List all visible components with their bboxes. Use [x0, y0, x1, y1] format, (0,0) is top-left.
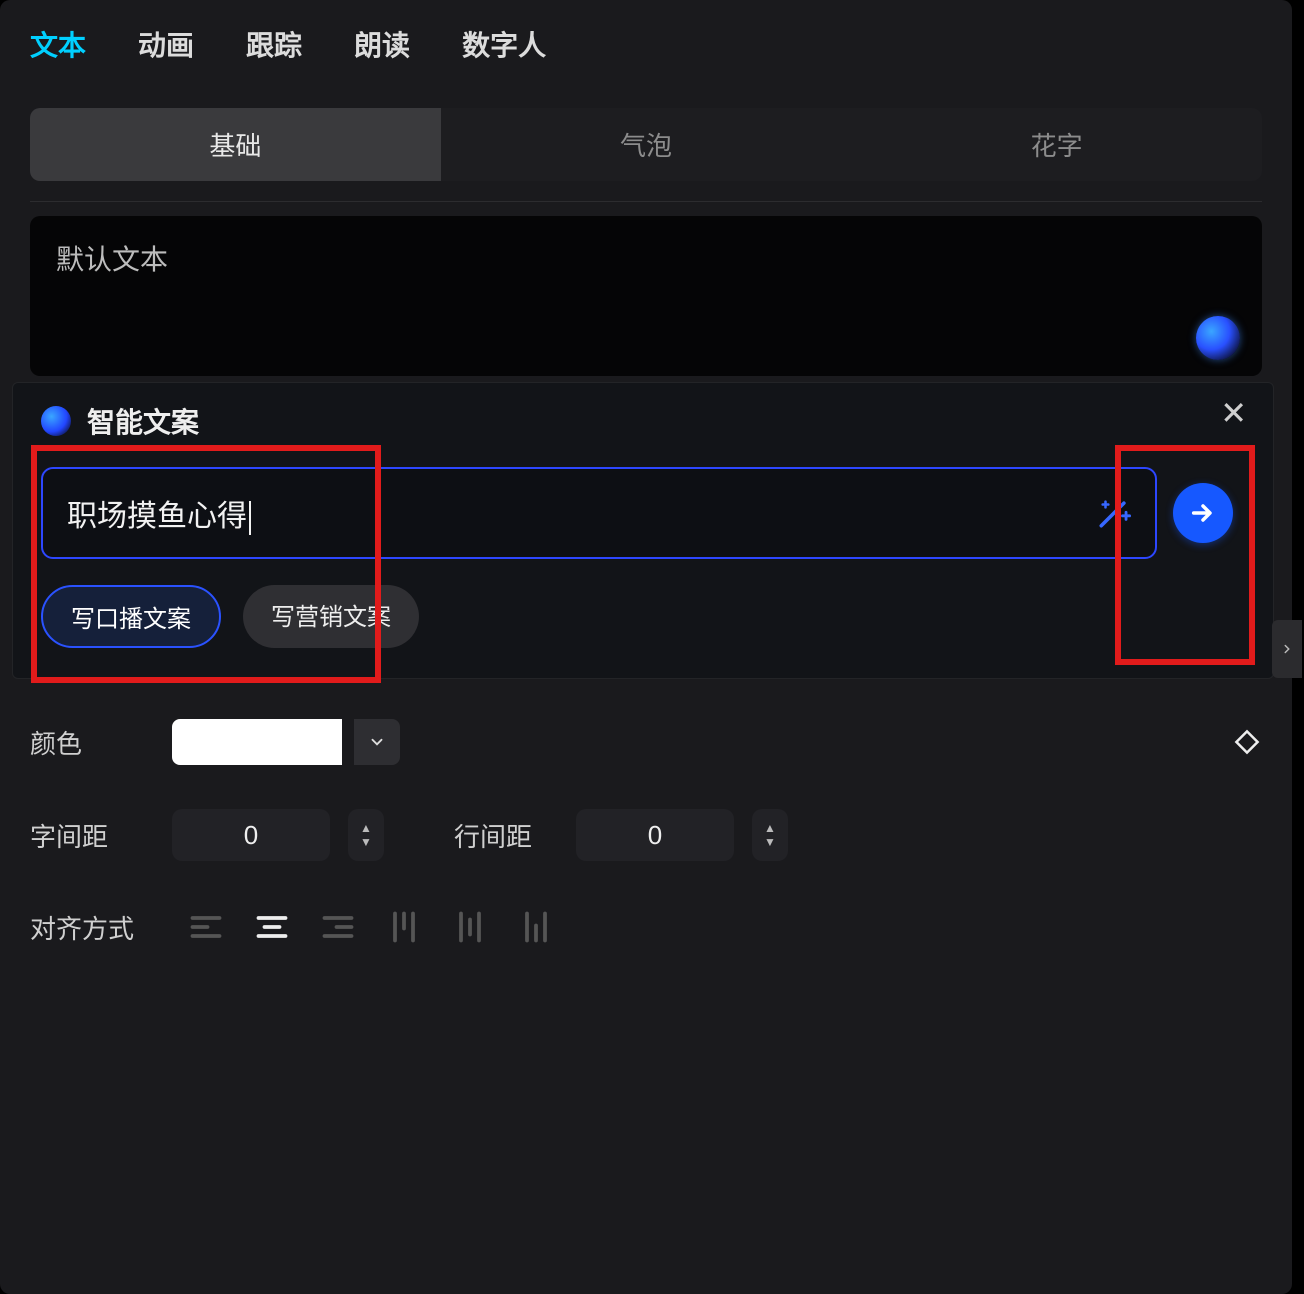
color-dropdown[interactable]	[354, 719, 400, 765]
chevron-right-icon	[1280, 642, 1294, 656]
stepper-up-icon[interactable]: ▲	[360, 822, 372, 834]
scroll-handle[interactable]	[1272, 620, 1302, 678]
line-spacing-label: 行间距	[454, 817, 564, 854]
keyframe-diamond-icon[interactable]	[1232, 727, 1262, 757]
subtab-basic[interactable]: 基础	[30, 108, 441, 181]
text-placeholder: 默认文本	[56, 238, 1236, 278]
align-center-icon[interactable]	[250, 905, 294, 949]
tab-speech[interactable]: 朗读	[354, 24, 410, 64]
subtab-fancy[interactable]: 花字	[851, 108, 1262, 181]
tab-digital-human[interactable]: 数字人	[462, 24, 546, 64]
tab-text[interactable]: 文本	[30, 24, 86, 64]
tab-animation[interactable]: 动画	[138, 24, 194, 64]
smart-copy-panel: 智能文案 ✕ 职场摸鱼心得 写口播文案 写营销文案	[12, 382, 1274, 679]
tab-tracking[interactable]: 跟踪	[246, 24, 302, 64]
letter-spacing-label: 字间距	[30, 817, 160, 854]
align-vertical-center-icon[interactable]	[448, 905, 492, 949]
send-button[interactable]	[1173, 483, 1233, 543]
stepper-down-icon[interactable]: ▼	[360, 836, 372, 848]
align-left-icon[interactable]	[184, 905, 228, 949]
chip-script-copy[interactable]: 写口播文案	[41, 585, 221, 648]
align-vertical-top-icon[interactable]	[382, 905, 426, 949]
subtab-bubble[interactable]: 气泡	[441, 108, 852, 181]
smart-prompt-input[interactable]: 职场摸鱼心得	[41, 467, 1157, 559]
smart-panel-title: 智能文案	[87, 401, 199, 441]
align-label: 对齐方式	[30, 909, 160, 946]
line-spacing-stepper[interactable]: ▲ ▼	[752, 809, 788, 861]
align-right-icon[interactable]	[316, 905, 360, 949]
letter-spacing-input[interactable]: 0	[172, 809, 330, 861]
align-vertical-bottom-icon[interactable]	[514, 905, 558, 949]
ai-orb-icon[interactable]	[1196, 316, 1240, 360]
line-spacing-input[interactable]: 0	[576, 809, 734, 861]
stepper-up-icon[interactable]: ▲	[764, 822, 776, 834]
ai-orb-small-icon	[41, 406, 71, 436]
text-input-area[interactable]: 默认文本	[30, 216, 1262, 376]
chevron-down-icon	[368, 733, 386, 751]
stepper-down-icon[interactable]: ▼	[764, 836, 776, 848]
chip-marketing-copy[interactable]: 写营销文案	[243, 585, 419, 648]
color-label: 颜色	[30, 724, 160, 761]
close-icon[interactable]: ✕	[1220, 397, 1247, 429]
magic-wand-icon[interactable]	[1097, 496, 1131, 530]
divider	[30, 201, 1262, 202]
color-swatch[interactable]	[172, 719, 342, 765]
smart-prompt-value: 职场摸鱼心得	[67, 491, 1097, 535]
letter-spacing-stepper[interactable]: ▲ ▼	[348, 809, 384, 861]
